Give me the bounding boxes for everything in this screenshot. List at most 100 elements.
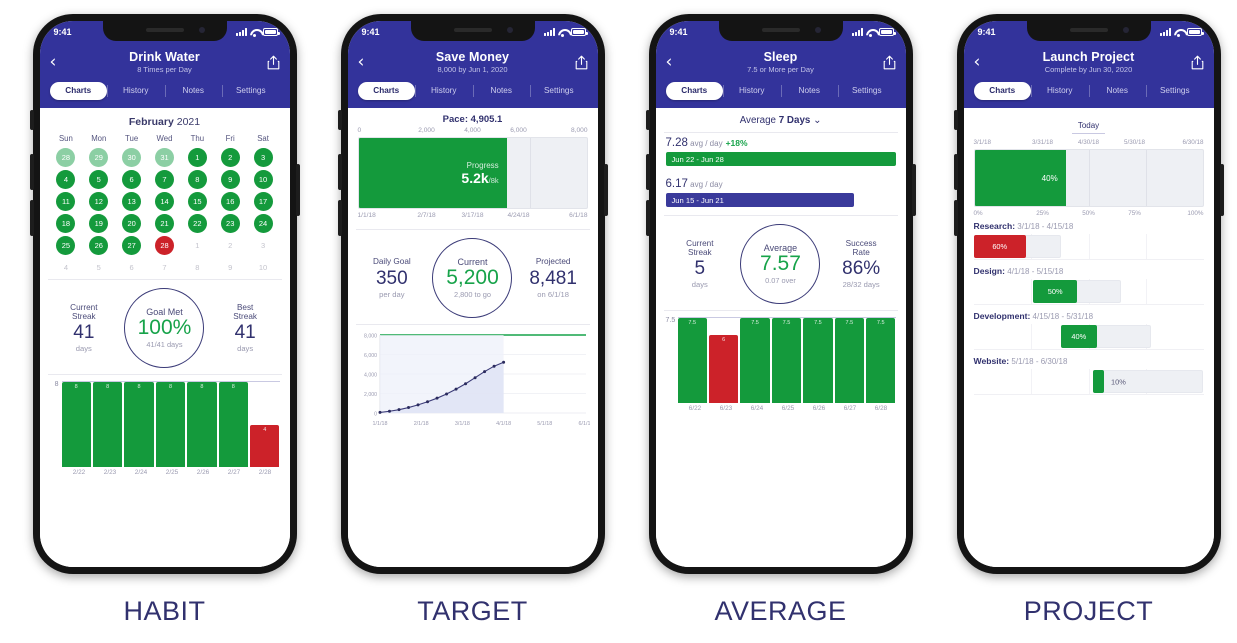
- share-icon[interactable]: [264, 55, 280, 70]
- back-button[interactable]: ‹: [974, 53, 990, 71]
- power-button[interactable]: [295, 164, 300, 216]
- share-icon[interactable]: [1188, 55, 1204, 70]
- calendar-day[interactable]: 23: [220, 214, 240, 233]
- task-progress-fill[interactable]: 60%: [973, 235, 1026, 258]
- back-button[interactable]: ‹: [50, 53, 66, 71]
- volume-down-button[interactable]: [645, 200, 650, 236]
- calendar-day[interactable]: 20: [122, 214, 142, 233]
- calendar-day[interactable]: 2: [220, 148, 240, 167]
- bar[interactable]: 8: [155, 382, 186, 467]
- calendar-day[interactable]: 14: [154, 192, 174, 211]
- tab-notes[interactable]: Notes: [472, 82, 531, 100]
- tab-charts[interactable]: Charts: [973, 82, 1031, 100]
- share-icon[interactable]: [880, 55, 896, 70]
- calendar-day[interactable]: 6: [122, 170, 142, 189]
- data-point[interactable]: [463, 382, 467, 386]
- bar[interactable]: 4: [250, 424, 280, 467]
- calendar-day[interactable]: 5: [89, 258, 108, 277]
- calendar-day[interactable]: 24: [253, 214, 273, 233]
- bar[interactable]: 7.5: [740, 318, 770, 403]
- volume-up-button[interactable]: [953, 154, 958, 190]
- mute-switch[interactable]: [953, 110, 958, 130]
- volume-down-button[interactable]: [29, 200, 34, 236]
- calendar-day[interactable]: 4: [56, 258, 75, 277]
- calendar-day[interactable]: 1: [187, 148, 207, 167]
- data-point[interactable]: [454, 387, 458, 391]
- task-row[interactable]: Development: 4/15/18 - 5/31/18 40%: [964, 307, 1214, 352]
- power-button[interactable]: [911, 164, 916, 216]
- data-point[interactable]: [492, 364, 496, 368]
- data-point[interactable]: [444, 392, 448, 396]
- tab-history[interactable]: History: [1031, 82, 1089, 100]
- data-point[interactable]: [425, 400, 429, 404]
- calendar-day[interactable]: 6: [122, 258, 141, 277]
- volume-up-button[interactable]: [29, 154, 34, 190]
- calendar-day[interactable]: 1: [188, 236, 207, 255]
- bar[interactable]: 8: [92, 382, 123, 467]
- tab-history[interactable]: History: [723, 82, 781, 100]
- calendar-day[interactable]: 3: [254, 236, 273, 255]
- calendar-day[interactable]: 7: [155, 258, 174, 277]
- power-button[interactable]: [1219, 164, 1224, 216]
- average-range-bar[interactable]: Jun 15 - Jun 21: [665, 193, 855, 207]
- data-point[interactable]: [482, 370, 486, 374]
- mute-switch[interactable]: [337, 110, 342, 130]
- volume-down-button[interactable]: [953, 200, 958, 236]
- bar[interactable]: 7.5: [677, 318, 707, 403]
- power-button[interactable]: [603, 164, 608, 216]
- calendar-day[interactable]: 28: [56, 148, 76, 167]
- tab-charts[interactable]: Charts: [665, 82, 723, 100]
- average-period-item[interactable]: 7.28 avg / day +18% Jun 22 - Jun 28: [656, 133, 906, 174]
- task-progress-fill[interactable]: 50%: [1033, 280, 1077, 303]
- calendar-day[interactable]: 31: [154, 148, 174, 167]
- bar[interactable]: 8: [187, 382, 217, 467]
- calendar-day[interactable]: 30: [122, 148, 142, 167]
- tab-notes[interactable]: Notes: [780, 82, 839, 100]
- tab-settings[interactable]: Settings: [530, 82, 588, 100]
- calendar-day[interactable]: 2: [221, 236, 240, 255]
- task-row[interactable]: Research: 3/1/18 - 4/15/18 60%: [964, 217, 1214, 262]
- calendar-day[interactable]: 13: [122, 192, 142, 211]
- data-point[interactable]: [473, 376, 477, 380]
- tab-settings[interactable]: Settings: [838, 82, 896, 100]
- calendar-day[interactable]: 8: [187, 170, 207, 189]
- data-point[interactable]: [435, 396, 439, 400]
- tab-charts[interactable]: Charts: [357, 82, 415, 100]
- bar[interactable]: 7.5: [834, 318, 865, 403]
- mute-switch[interactable]: [29, 110, 34, 130]
- calendar-day[interactable]: 16: [220, 192, 240, 211]
- calendar-day[interactable]: 4: [56, 170, 76, 189]
- bar[interactable]: 7.5: [866, 318, 896, 403]
- calendar-day[interactable]: 12: [89, 192, 109, 211]
- calendar-day[interactable]: 28: [154, 236, 174, 255]
- data-point[interactable]: [501, 360, 505, 364]
- calendar-day[interactable]: 3: [253, 148, 273, 167]
- bar[interactable]: 7.5: [803, 318, 833, 403]
- task-row[interactable]: Website: 5/1/18 - 6/30/18 10%: [964, 352, 1214, 397]
- chevron-down-icon[interactable]: ⌄: [813, 115, 821, 126]
- mute-switch[interactable]: [645, 110, 650, 130]
- back-button[interactable]: ‹: [358, 53, 374, 71]
- data-point[interactable]: [397, 408, 401, 412]
- data-point[interactable]: [406, 406, 410, 410]
- task-row[interactable]: Design: 4/1/18 - 5/15/18 50%: [964, 262, 1214, 307]
- calendar-day[interactable]: 21: [154, 214, 174, 233]
- tab-settings[interactable]: Settings: [222, 82, 280, 100]
- calendar-day[interactable]: 5: [89, 170, 109, 189]
- calendar-day[interactable]: 18: [56, 214, 76, 233]
- average-range-bar[interactable]: Jun 22 - Jun 28: [665, 152, 896, 166]
- calendar-day[interactable]: 10: [254, 258, 273, 277]
- volume-up-button[interactable]: [337, 154, 342, 190]
- tab-settings[interactable]: Settings: [1146, 82, 1204, 100]
- bar[interactable]: 8: [218, 382, 249, 467]
- data-point[interactable]: [416, 403, 420, 407]
- task-progress-fill[interactable]: 40%: [1060, 325, 1097, 348]
- calendar-day[interactable]: 9: [220, 170, 240, 189]
- back-button[interactable]: ‹: [666, 53, 682, 71]
- bar[interactable]: 8: [124, 382, 154, 467]
- bar[interactable]: 7.5: [771, 318, 802, 403]
- calendar-day[interactable]: 29: [89, 148, 109, 167]
- calendar-day[interactable]: 9: [221, 258, 240, 277]
- calendar-day[interactable]: 26: [89, 236, 109, 255]
- bar[interactable]: 8: [61, 382, 91, 467]
